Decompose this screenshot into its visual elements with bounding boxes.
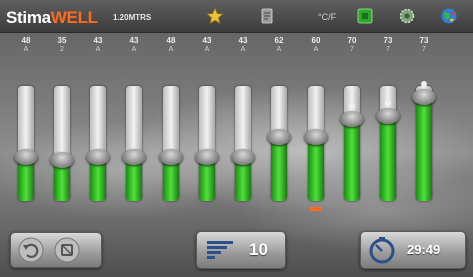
slider-fill-11[interactable]	[380, 116, 396, 201]
slider-label-11: 73 7	[373, 36, 403, 54]
slider-label-12: 73 7	[409, 36, 439, 54]
slider-label-9: 60 A	[301, 36, 331, 54]
globe-icon[interactable]	[439, 6, 459, 26]
slider-knob-3[interactable]	[86, 149, 110, 165]
header-bar: StimaWELL 1.20MTRS °C/F	[0, 0, 473, 33]
reset-icon[interactable]	[53, 236, 81, 264]
slider-value: 60	[311, 36, 321, 45]
slider-value: 73	[419, 36, 429, 45]
green-square-icon[interactable]	[355, 6, 375, 26]
intensity-value: 10	[249, 240, 268, 259]
slider-track-2[interactable]	[54, 86, 70, 160]
intensity-button[interactable]: 10	[196, 231, 286, 269]
slider-knob-7[interactable]	[231, 149, 255, 165]
slider-index: A	[131, 46, 137, 53]
slider-label-2: 35 2	[47, 36, 77, 54]
slider-value: 48	[21, 36, 31, 45]
slider-track-4[interactable]	[126, 86, 142, 157]
undo-icon[interactable]	[17, 236, 45, 264]
slider-track-7[interactable]	[235, 86, 251, 157]
slider-index: A	[95, 46, 101, 53]
slider-top-indicator-11	[385, 100, 391, 106]
slider-label-8: 62 A	[264, 36, 294, 54]
slider-value: 70	[347, 36, 357, 45]
slider-knob-5[interactable]	[159, 149, 183, 165]
slider-label-6: 43 A	[192, 36, 222, 54]
brand-logo: StimaWELL	[6, 8, 98, 28]
timer-value: 29:49	[407, 242, 441, 257]
slider-index: A	[313, 46, 319, 53]
slider-knob-8[interactable]	[267, 129, 291, 145]
slider-label-4: 43 A	[119, 36, 149, 54]
slider-value: 43	[238, 36, 248, 45]
slider-value: 48	[166, 36, 176, 45]
slider-knob-10[interactable]	[340, 111, 364, 127]
slider-knob-12[interactable]	[412, 89, 436, 105]
slider-knob-6[interactable]	[195, 149, 219, 165]
slider-value: 43	[202, 36, 212, 45]
brand-name-part1: Stima	[6, 8, 51, 27]
slider-index: 7	[422, 46, 426, 53]
slider-knob-11[interactable]	[376, 108, 400, 124]
intensity-bars-icon	[205, 238, 235, 262]
slider-label-5: 48 A	[156, 36, 186, 54]
slider-label-10: 70 7	[337, 36, 367, 54]
star-icon[interactable]	[205, 6, 225, 26]
slider-knob-9[interactable]	[304, 129, 328, 145]
slider-index: A	[23, 46, 29, 53]
document-icon[interactable]	[257, 6, 277, 26]
screen: StimaWELL 1.20MTRS °C/F 48 A 35 2 43 A 43 A 48 A 4…	[0, 0, 473, 277]
warning-indicator	[310, 207, 322, 211]
slider-value: 62	[274, 36, 284, 45]
slider-fill-12[interactable]	[416, 97, 432, 201]
model-label: 1.20MTRS	[113, 13, 152, 22]
slider-value: 73	[383, 36, 393, 45]
slider-index: 2	[60, 46, 64, 53]
slider-fill-10[interactable]	[344, 119, 360, 201]
slider-track-1[interactable]	[18, 86, 34, 157]
slider-index: 7	[386, 46, 390, 53]
slider-index: A	[204, 46, 210, 53]
slider-index: A	[168, 46, 174, 53]
slider-index: A	[240, 46, 246, 53]
slider-fill-9[interactable]	[308, 137, 324, 201]
slider-index: 7	[350, 46, 354, 53]
slider-fill-8[interactable]	[271, 137, 287, 201]
slider-track-5[interactable]	[163, 86, 179, 157]
brand-name-part2: WELL	[50, 8, 98, 27]
temperature-unit[interactable]: °C/F	[318, 12, 336, 22]
slider-top-indicator-10	[349, 103, 355, 109]
slider-track-6[interactable]	[199, 86, 215, 157]
slider-value: 43	[93, 36, 103, 45]
slider-knob-4[interactable]	[122, 149, 146, 165]
slider-label-1: 48 A	[11, 36, 41, 54]
slider-value: 43	[129, 36, 139, 45]
slider-label-3: 43 A	[83, 36, 113, 54]
slider-label-7: 43 A	[228, 36, 258, 54]
slider-value: 35	[57, 36, 67, 45]
slider-knob-1[interactable]	[14, 149, 38, 165]
timer-icon	[367, 236, 397, 264]
slider-top-indicator-12	[421, 81, 427, 87]
gear-icon[interactable]	[397, 6, 417, 26]
timer-button[interactable]: 29:49	[360, 231, 466, 269]
slider-knob-2[interactable]	[50, 152, 74, 168]
slider-index: A	[276, 46, 282, 53]
slider-track-3[interactable]	[90, 86, 106, 157]
undo-reset-button-group	[10, 232, 102, 268]
